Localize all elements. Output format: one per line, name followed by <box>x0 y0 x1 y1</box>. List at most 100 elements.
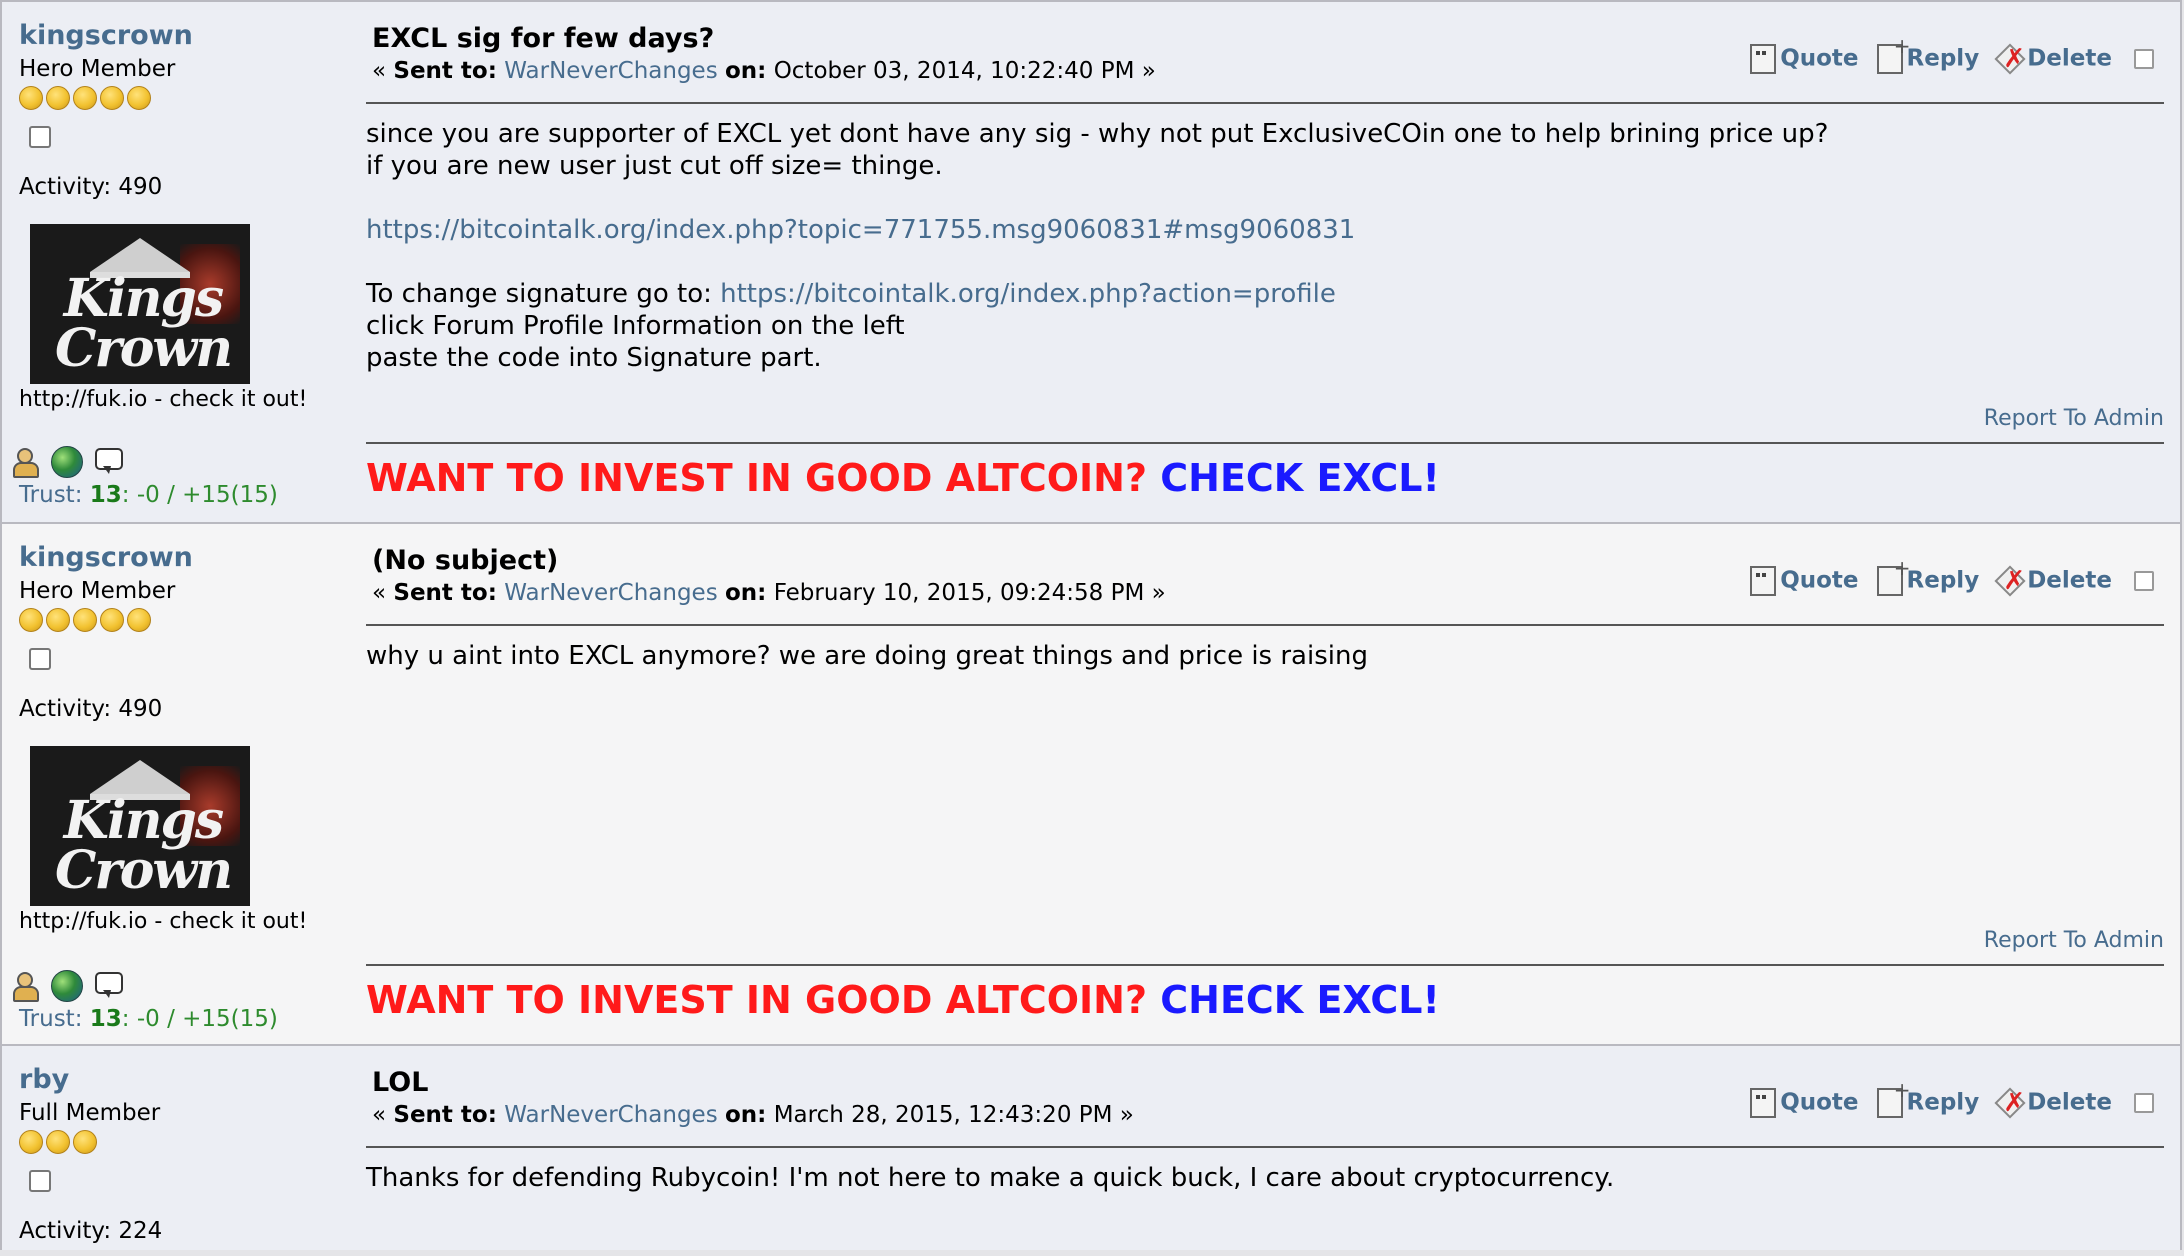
trust-detail: : -0 / +15(15) <box>121 482 278 508</box>
message-2: kingscrown Hero Member Activity: 490 Kin… <box>0 522 2182 1046</box>
signature: WANT TO INVEST IN GOOD ALTCOIN? CHECK EX… <box>366 456 1440 500</box>
globe-icon[interactable] <box>51 970 83 1002</box>
gold-coin-icon <box>73 608 97 632</box>
on-label: on: <box>725 580 767 606</box>
header-divider <box>366 1146 2164 1148</box>
post-content: (No subject) « Sent to: WarNeverChanges … <box>366 544 2164 1034</box>
body-line: paste the code into Signature part. <box>366 343 822 373</box>
quote-icon <box>1750 44 1777 74</box>
rank-stars <box>19 1130 339 1156</box>
message-body: Thanks for defending Rubycoin! I'm not h… <box>366 1162 1614 1194</box>
body-line: To change signature go to: <box>366 279 721 309</box>
message-actions: Quote Reply Delete <box>1740 34 2154 74</box>
body-line: if you are new user just cut off size= t… <box>366 151 943 181</box>
delete-button[interactable]: Delete <box>1997 44 2112 74</box>
reply-button[interactable]: Reply <box>1876 1078 1980 1118</box>
signature: WANT TO INVEST IN GOOD ALTCOIN? CHECK EX… <box>366 978 1440 1022</box>
select-checkbox[interactable] <box>2134 1093 2154 1113</box>
quote-button[interactable]: Quote <box>1750 566 1859 596</box>
reply-icon <box>1876 556 1911 596</box>
quote-label: Quote <box>1780 45 1859 72</box>
post-content: LOL « Sent to: WarNeverChanges on: March… <box>366 1066 2164 1256</box>
reply-button[interactable]: Reply <box>1876 34 1980 74</box>
poster-activity: Activity: 224 <box>19 1218 163 1244</box>
signature-blue-text: CHECK EXCL! <box>1147 978 1440 1022</box>
delete-button[interactable]: Delete <box>1997 1088 2112 1118</box>
body-link[interactable]: https://bitcointalk.org/index.php?topic=… <box>366 215 1355 245</box>
recipient-link[interactable]: WarNeverChanges <box>504 58 717 84</box>
gold-coin-icon <box>19 1130 43 1154</box>
personal-text: http://fuk.io - check it out! <box>19 909 308 934</box>
header-divider <box>366 102 2164 104</box>
reply-label: Reply <box>1906 1089 1980 1116</box>
trust-label: Trust: <box>19 1006 83 1032</box>
poster-activity: Activity: 490 <box>19 696 163 722</box>
trust-label: Trust: <box>19 482 83 508</box>
sent-to-label: Sent to: <box>393 58 497 84</box>
trust-detail: : -0 / +15(15) <box>121 1006 278 1032</box>
avatar-text: Kings Crown <box>54 790 233 901</box>
message-body: since you are supporter of EXCL yet dont… <box>366 118 1828 374</box>
quote-label: Quote <box>1780 567 1859 594</box>
gold-coin-icon <box>100 608 124 632</box>
recipient-link[interactable]: WarNeverChanges <box>504 1102 717 1128</box>
reply-button[interactable]: Reply <box>1876 556 1980 596</box>
delete-label: Delete <box>2027 45 2112 72</box>
gold-coin-icon <box>19 608 43 632</box>
select-checkbox[interactable] <box>2134 49 2154 69</box>
delete-icon <box>1997 566 2025 596</box>
personal-text: http://fuk.io - check it out! <box>19 387 308 412</box>
body-line: why u aint into EXCL anymore? we are doi… <box>366 641 1368 671</box>
report-link[interactable]: Report To Admin <box>1984 928 2164 953</box>
gold-coin-icon <box>73 86 97 110</box>
poster-username[interactable]: rby <box>19 1064 339 1096</box>
select-checkbox[interactable] <box>2134 571 2154 591</box>
sent-to-label: Sent to: <box>393 580 497 606</box>
gold-coin-icon <box>46 608 70 632</box>
recipient-link[interactable]: WarNeverChanges <box>504 580 717 606</box>
signature-red-text: WANT TO INVEST IN GOOD ALTCOIN? <box>366 456 1148 500</box>
signature-blue-text: CHECK EXCL! <box>1147 456 1440 500</box>
signature-red-text: WANT TO INVEST IN GOOD ALTCOIN? <box>366 978 1148 1022</box>
sent-to-label: Sent to: <box>393 1102 497 1128</box>
rank-stars <box>19 86 339 112</box>
message-date: October 03, 2014, 10:22:40 PM » <box>773 58 1156 84</box>
poster-icons <box>11 970 133 1006</box>
poster-username[interactable]: kingscrown <box>19 542 339 574</box>
quote-button[interactable]: Quote <box>1750 44 1859 74</box>
profile-icon[interactable] <box>11 446 41 478</box>
body-link[interactable]: https://bitcointalk.org/index.php?action… <box>720 279 1336 309</box>
quote-button[interactable]: Quote <box>1750 1088 1859 1118</box>
sent-prefix: « <box>372 58 394 84</box>
on-label: on: <box>725 58 767 84</box>
speech-bubble-icon[interactable] <box>93 446 123 476</box>
trust-score[interactable]: Trust: 13: -0 / +15(15) <box>19 482 278 508</box>
trust-score[interactable]: Trust: 13: -0 / +15(15) <box>19 1006 278 1032</box>
message-actions: Quote Reply Delete <box>1740 1078 2154 1118</box>
avatar-text: Kings Crown <box>54 268 233 379</box>
online-status-icon <box>29 126 51 148</box>
reply-label: Reply <box>1906 45 1980 72</box>
body-line: since you are supporter of EXCL yet dont… <box>366 119 1829 149</box>
sent-prefix: « <box>372 580 394 606</box>
poster-username[interactable]: kingscrown <box>19 20 339 52</box>
poster-info: rby Full Member Activity: 224 <box>19 1064 339 1246</box>
sent-prefix: « <box>372 1102 394 1128</box>
poster-rank: Full Member <box>19 1100 161 1126</box>
message-1: kingscrown Hero Member Activity: 490 Kin… <box>0 0 2182 524</box>
report-link[interactable]: Report To Admin <box>1984 406 2164 431</box>
trust-value: 13 <box>89 1006 122 1032</box>
message-actions: Quote Reply Delete <box>1740 556 2154 596</box>
avatar: Kings Crown <box>30 224 250 384</box>
post-content: EXCL sig for few days? « Sent to: WarNev… <box>366 22 2164 512</box>
speech-bubble-icon[interactable] <box>93 970 123 1000</box>
gold-coin-icon <box>73 1130 97 1154</box>
globe-icon[interactable] <box>51 446 83 478</box>
delete-icon <box>1997 1088 2025 1118</box>
profile-icon[interactable] <box>11 970 41 1002</box>
on-label: on: <box>725 1102 767 1128</box>
header-divider <box>366 624 2164 626</box>
body-line: Thanks for defending Rubycoin! I'm not h… <box>366 1163 1615 1193</box>
reply-label: Reply <box>1906 567 1980 594</box>
delete-button[interactable]: Delete <box>1997 566 2112 596</box>
